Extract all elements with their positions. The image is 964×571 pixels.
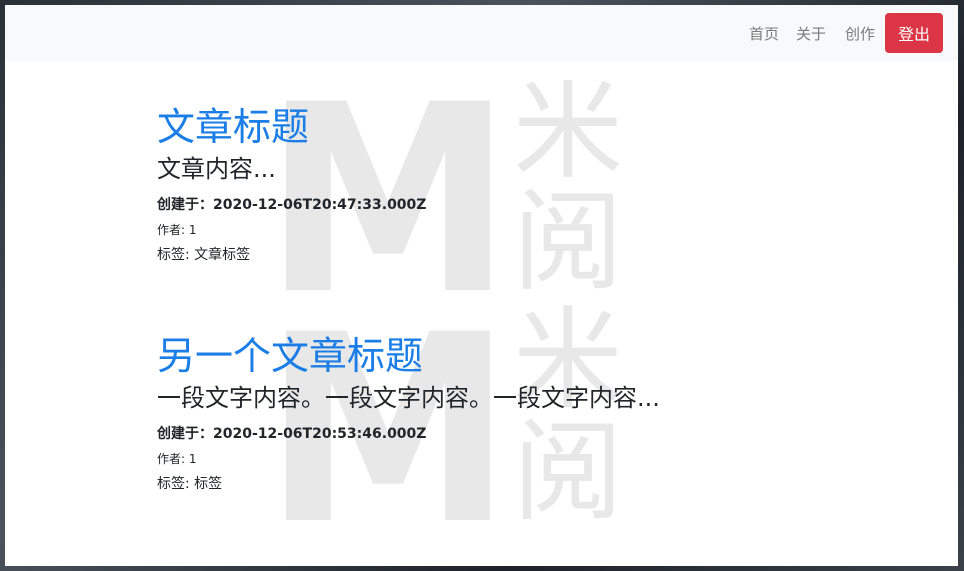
post-excerpt: 文章内容... bbox=[157, 155, 276, 183]
post-item: 另一个文章标题 一段文字内容。一段文字内容。一段文字内容... 创建于：2020… bbox=[157, 333, 660, 493]
post-author: 作者: 1 bbox=[157, 223, 197, 237]
post-tags: 标签: 标签 bbox=[157, 476, 223, 492]
post-title-link[interactable]: 文章标题 bbox=[157, 104, 426, 150]
post-author: 作者: 1 bbox=[157, 452, 197, 466]
post-item: 文章标题 文章内容... 创建于：2020-12-06T20:47:33.000… bbox=[157, 104, 426, 264]
post-created-date: 创建于：2020-12-06T20:47:33.000Z bbox=[157, 197, 427, 213]
top-navbar: 首页 关于 创作 登出 bbox=[5, 5, 958, 61]
post-tags: 标签: 文章标签 bbox=[157, 247, 251, 263]
post-title-link[interactable]: 另一个文章标题 bbox=[157, 333, 660, 379]
nav-create-link[interactable]: 创作 bbox=[845, 23, 875, 44]
logout-button[interactable]: 登出 bbox=[885, 13, 943, 53]
app-window: 首页 关于 创作 登出 M M 米 阅 米 阅 文章标题 文章内容... 创建于… bbox=[5, 5, 958, 566]
nav-about-link[interactable]: 关于 bbox=[796, 23, 826, 44]
post-excerpt: 一段文字内容。一段文字内容。一段文字内容... bbox=[157, 384, 660, 412]
post-list: 文章标题 文章内容... 创建于：2020-12-06T20:47:33.000… bbox=[5, 5, 958, 566]
post-created-date: 创建于：2020-12-06T20:53:46.000Z bbox=[157, 426, 427, 442]
nav-home-link[interactable]: 首页 bbox=[749, 23, 779, 44]
